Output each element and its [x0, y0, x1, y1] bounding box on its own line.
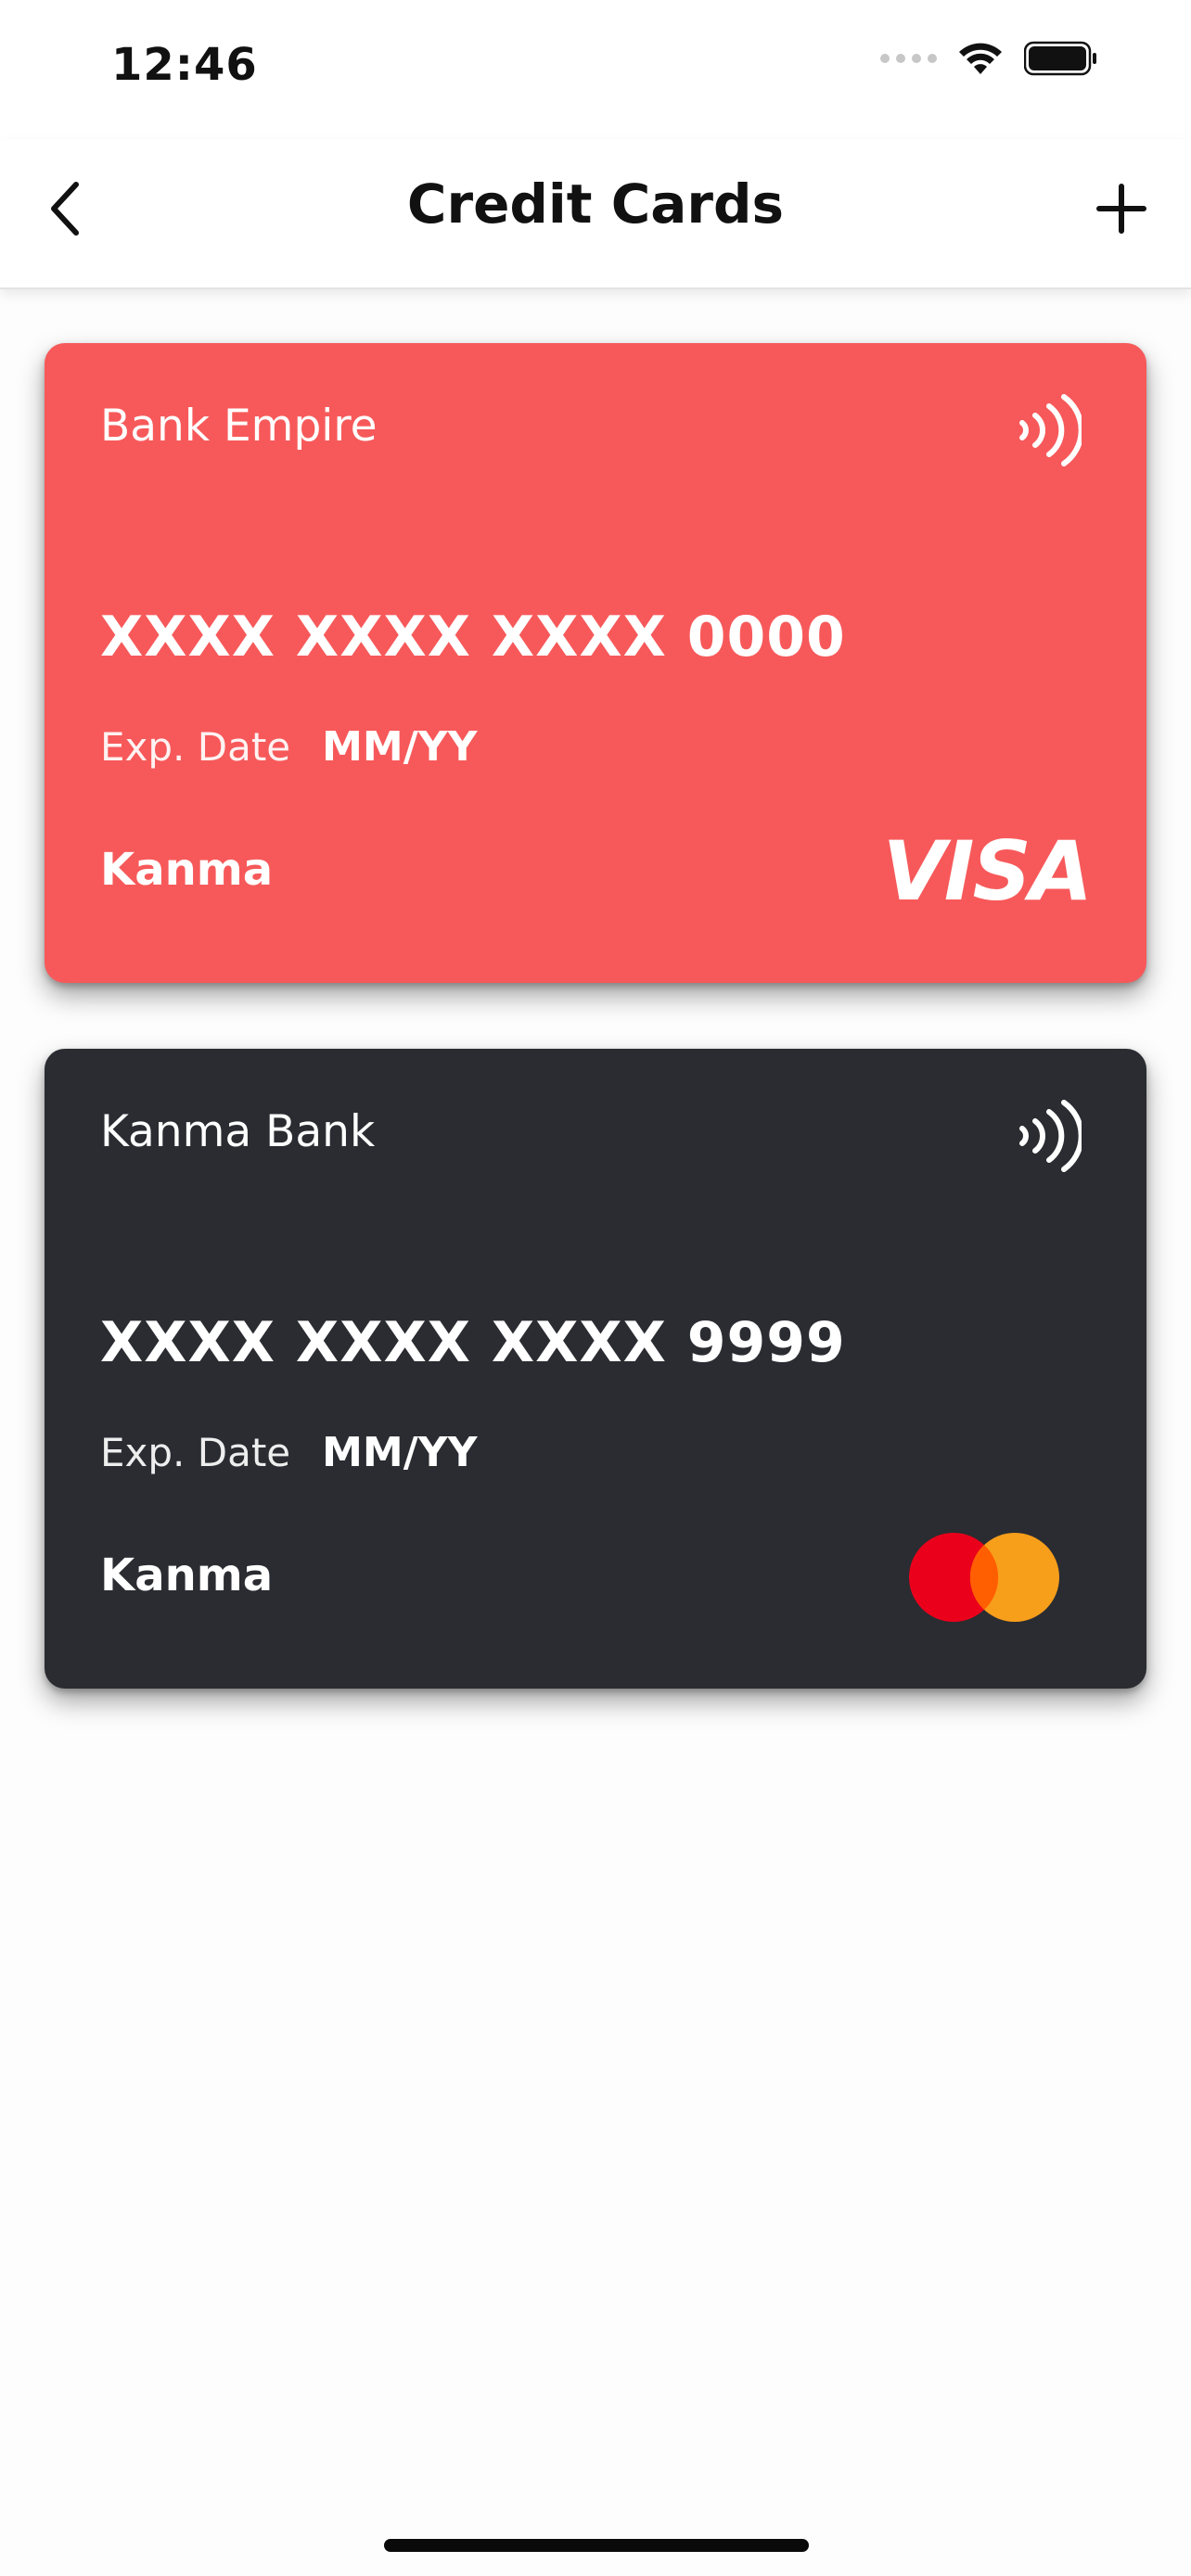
card-number: XXXX XXXX XXXX 0000: [100, 605, 846, 670]
card-number: XXXX XXXX XXXX 9999: [100, 1310, 846, 1375]
nav-bar: Credit Cards: [0, 139, 1191, 289]
expiry-value: MM/YY: [322, 723, 478, 771]
card-holder-name: Kanma: [100, 844, 274, 896]
credit-card-bank-empire[interactable]: Bank Empire XXXX XXXX XXXX 0000 Exp. Dat…: [45, 343, 1146, 983]
status-time: 12:46: [111, 39, 258, 91]
signal-icon: [880, 54, 937, 63]
home-indicator[interactable]: [384, 2539, 809, 2552]
expiry-label: Exp. Date: [100, 1430, 291, 1475]
expiry-row: Exp. Date MM/YY: [100, 1429, 478, 1476]
contactless-icon: [1019, 394, 1082, 466]
expiry-label: Exp. Date: [100, 724, 291, 770]
status-bar: 12:46: [0, 0, 1191, 139]
page-title: Credit Cards: [406, 172, 785, 236]
mastercard-logo: [909, 1533, 1059, 1622]
add-card-button[interactable]: [1089, 176, 1154, 241]
expiry-value: MM/YY: [322, 1429, 478, 1476]
wifi-icon: [959, 43, 1002, 74]
battery-icon: [1024, 41, 1096, 76]
visa-logo: VISA: [882, 823, 1093, 919]
expiry-row: Exp. Date MM/YY: [100, 723, 478, 771]
plus-icon: [1096, 184, 1146, 234]
card-bank-name: Kanma Bank: [100, 1106, 376, 1157]
card-bank-name: Bank Empire: [100, 401, 378, 452]
card-holder-name: Kanma: [100, 1549, 274, 1601]
status-icons: [880, 41, 1098, 76]
credit-card-kanma-bank[interactable]: Kanma Bank XXXX XXXX XXXX 9999 Exp. Date…: [45, 1049, 1146, 1689]
contactless-icon: [1019, 1100, 1082, 1172]
